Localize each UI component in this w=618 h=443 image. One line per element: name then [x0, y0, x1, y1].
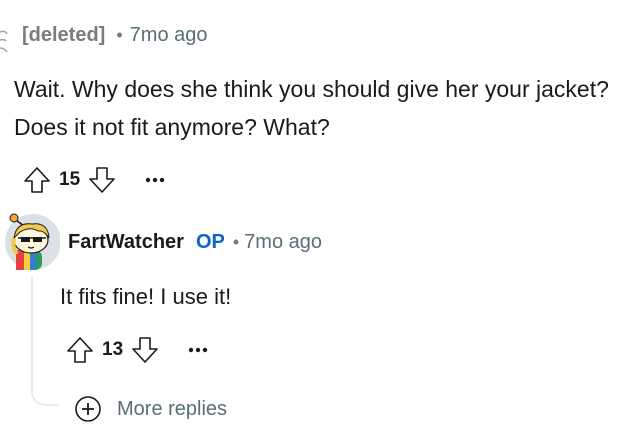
more-options-button[interactable]	[140, 165, 170, 195]
reply-body: It fits fine! I use it!	[60, 284, 232, 309]
parent-comment-age[interactable]: 7mo ago	[130, 24, 208, 47]
thread-line	[31, 276, 59, 406]
parent-comment-body: Wait. Why does she think you should give…	[14, 76, 609, 140]
deleted-avatar-icon	[0, 30, 8, 53]
vote-score: 13	[102, 339, 124, 360]
more-replies-button[interactable]: More replies	[73, 394, 227, 424]
meta-separator: •	[232, 231, 240, 252]
ellipsis-icon	[188, 347, 208, 353]
reply-author[interactable]: FartWatcher	[68, 231, 184, 254]
parent-comment-author: [deleted]	[22, 23, 106, 46]
ellipsis-icon	[145, 177, 165, 183]
parent-comment-actions: 15	[21, 164, 170, 196]
op-badge: OP	[195, 230, 225, 253]
reply-age[interactable]: 7mo ago	[244, 231, 322, 254]
arrow-up-outline-icon	[67, 337, 93, 363]
arrow-up-outline-icon	[24, 167, 50, 193]
meta-separator: •	[116, 24, 123, 45]
vote-score: 15	[59, 169, 81, 190]
upvote-button[interactable]	[64, 334, 96, 366]
upvote-button[interactable]	[21, 164, 53, 196]
downvote-button[interactable]	[86, 164, 118, 196]
reply-meta: FartWatcher OP • 7mo ago	[68, 228, 322, 256]
more-replies-label: More replies	[117, 397, 228, 420]
reply-actions: 13	[64, 334, 213, 366]
downvote-button[interactable]	[129, 334, 161, 366]
parent-comment-meta: [deleted] • 7mo ago	[22, 22, 208, 48]
arrow-down-outline-icon	[132, 337, 158, 363]
more-options-button[interactable]	[183, 335, 213, 365]
plus-circle-icon	[73, 394, 103, 424]
comment-thread: [deleted] • 7mo ago Wait. Why does she t…	[0, 0, 618, 443]
snoo-avatar-icon[interactable]	[0, 208, 60, 272]
arrow-down-outline-icon	[89, 167, 115, 193]
